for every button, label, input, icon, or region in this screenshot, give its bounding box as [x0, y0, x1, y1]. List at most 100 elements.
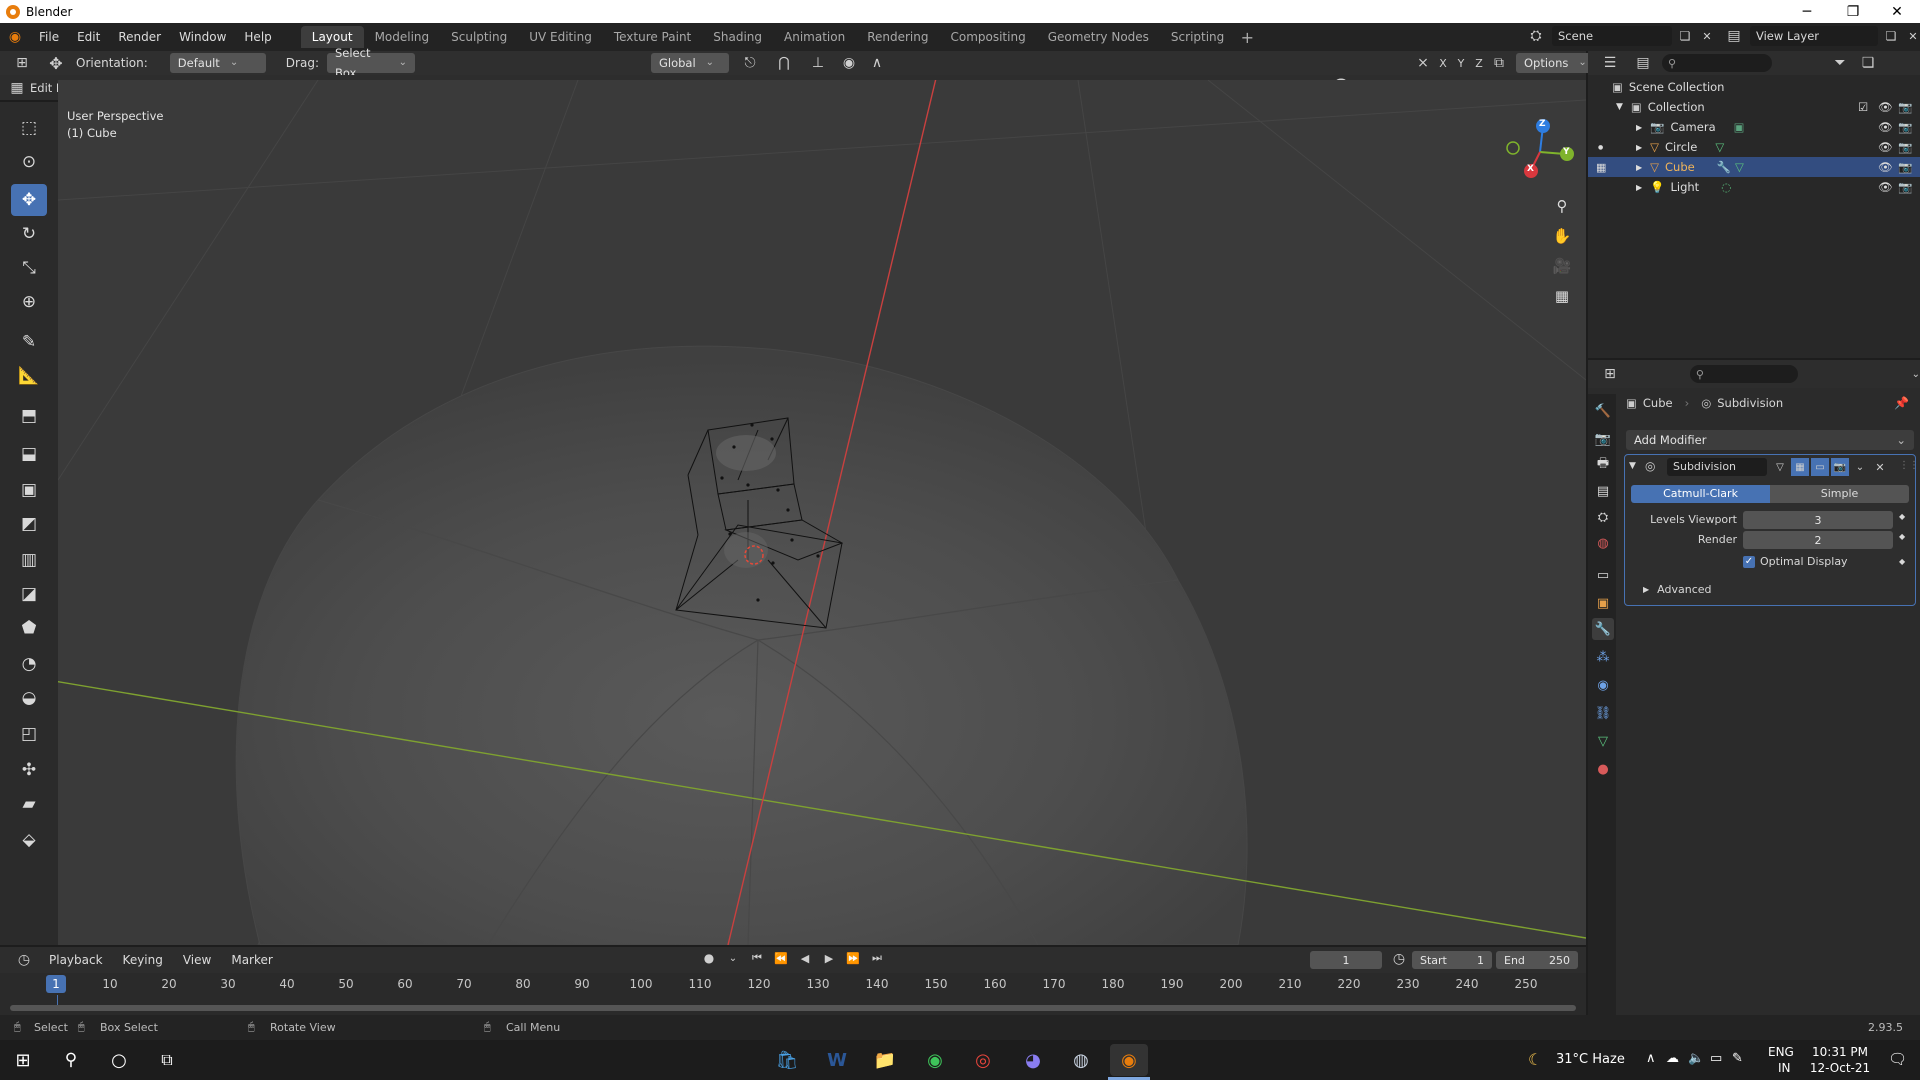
file-explorer-icon[interactable]: 📁 — [866, 1044, 904, 1076]
menu-file[interactable]: File — [30, 23, 68, 51]
tab-rendering[interactable]: Rendering — [856, 26, 939, 48]
tab-shading[interactable]: Shading — [702, 26, 773, 48]
cube-expand-icon[interactable]: ▶ — [1636, 163, 1642, 172]
tab-texture-paint[interactable]: Texture Paint — [603, 26, 702, 48]
blender-taskbar-icon[interactable]: ◉ — [1110, 1044, 1148, 1076]
ortho-toggle-icon[interactable]: ▦ — [1548, 282, 1576, 310]
filter-icon[interactable]: ⏷ — [1828, 55, 1852, 71]
world-tab-icon[interactable]: ◍ — [1592, 532, 1614, 554]
notifications-icon[interactable]: 🗨 — [1888, 1050, 1907, 1068]
shrink-fatten-tool-icon[interactable]: ✣ — [11, 754, 47, 786]
view-layer-tab-icon[interactable]: ▤ — [1592, 480, 1614, 502]
modifier-name-field[interactable]: Subdivision — [1667, 458, 1767, 476]
menu-timeline-view[interactable]: View — [174, 946, 220, 974]
circle-render-icon[interactable]: 📷 — [1898, 140, 1912, 154]
whatsapp-icon[interactable]: ◉ — [916, 1044, 954, 1076]
outliner-editor-icon[interactable]: ☰ — [1596, 55, 1624, 71]
windows-start-icon[interactable]: ⊞ — [4, 1044, 42, 1076]
pin-icon[interactable]: 📌 — [1894, 396, 1909, 410]
drag-handle-icon[interactable]: ⋮⋮ — [1899, 460, 1919, 471]
poly-build-tool-icon[interactable]: ⬟ — [11, 612, 47, 644]
on-cage-icon[interactable]: ▽ — [1771, 458, 1789, 476]
properties-search-input[interactable]: ⚲ — [1689, 365, 1798, 383]
keying-options-icon[interactable]: ⌄ — [724, 953, 742, 964]
camera-view-icon[interactable]: 🎥 — [1548, 252, 1576, 280]
jump-keyframe-back-icon[interactable]: ⏪ — [772, 952, 790, 965]
camera-visibility-icon[interactable]: 👁 — [1878, 120, 1893, 134]
scene-icon[interactable]: ⛭ — [1524, 28, 1548, 44]
auto-keying-icon[interactable]: ● — [700, 951, 718, 965]
pen-icon[interactable]: ✎ — [1732, 1051, 1743, 1066]
word-app-icon[interactable]: W — [818, 1044, 856, 1076]
frame-ruler[interactable]: 1 10 20 30 40 50 60 70 80 90 100 110 120… — [0, 975, 1586, 995]
axis-x-toggle[interactable]: X — [1436, 57, 1450, 70]
bevel-tool-icon[interactable]: ◩ — [11, 508, 47, 540]
new-view-layer-icon[interactable]: ❏ — [1882, 29, 1900, 43]
transform-orientation-dropdown[interactable]: Global — [650, 53, 729, 73]
tab-animation[interactable]: Animation — [773, 26, 856, 48]
scene-collection-row[interactable]: ▣ Scene Collection — [1588, 77, 1920, 97]
modifier-collapse-icon[interactable]: ▼ — [1629, 461, 1636, 471]
advanced-subpanel[interactable]: ▶ Advanced — [1643, 583, 1712, 596]
outliner-row-camera[interactable]: ▶ 📷 Camera ▣ 👁 📷 — [1588, 117, 1920, 137]
orientation-dropdown[interactable]: Default — [169, 53, 266, 73]
delete-scene-icon[interactable]: ✕ — [1698, 30, 1716, 43]
auto-merge-icon[interactable]: ⧉ — [1490, 55, 1508, 71]
new-scene-icon[interactable]: ❏ — [1676, 29, 1694, 43]
cloud-icon[interactable]: ☁ — [1666, 1051, 1679, 1066]
play-icon[interactable]: ▶ — [820, 952, 838, 965]
material-tab-icon[interactable]: ● — [1592, 758, 1614, 780]
start-frame-field[interactable]: Start 1 — [1412, 951, 1492, 969]
steam-icon[interactable]: ◍ — [1062, 1044, 1100, 1076]
scene-name-field[interactable]: Scene — [1552, 26, 1672, 46]
extrude-tool-icon[interactable]: ⬓ — [11, 438, 47, 470]
options-dropdown[interactable]: Options — [1516, 53, 1595, 73]
circle-expand-icon[interactable]: ▶ — [1636, 143, 1642, 152]
add-workspace-icon[interactable]: + — [1235, 28, 1259, 47]
particles-tab-icon[interactable]: ⁂ — [1592, 646, 1614, 668]
language-label[interactable]: ENG — [1768, 1045, 1794, 1059]
scale-tool-icon[interactable]: ⤡ — [11, 252, 47, 284]
tab-scripting[interactable]: Scripting — [1160, 26, 1235, 48]
tab-uv-editing[interactable]: UV Editing — [518, 26, 603, 48]
remove-modifier-icon[interactable]: ✕ — [1871, 458, 1889, 476]
snap-target-icon[interactable]: ⊥ — [805, 55, 831, 71]
jump-end-icon[interactable]: ⏭ — [868, 951, 886, 965]
light-expand-icon[interactable]: ▶ — [1636, 183, 1642, 192]
timeline-editor-icon[interactable]: ◷ — [10, 952, 38, 968]
levels-viewport-keyframe-icon[interactable]: ◆ — [1899, 512, 1905, 521]
preview-range-icon[interactable]: ◷ — [1390, 951, 1408, 967]
menu-keying[interactable]: Keying — [114, 946, 172, 974]
timeline-scrollbar[interactable] — [10, 1005, 1576, 1011]
physics-tab-icon[interactable]: ◉ — [1592, 674, 1614, 696]
view-layer-icon[interactable]: ▤ — [1722, 28, 1746, 44]
taskbar-search-icon[interactable]: ⚲ — [52, 1044, 90, 1076]
catmull-clark-option[interactable]: Catmull-Clark — [1631, 485, 1770, 503]
output-tab-icon[interactable]: 🖶 — [1592, 454, 1614, 476]
cortana-icon[interactable]: ○ — [100, 1044, 138, 1076]
delete-view-layer-icon[interactable]: ✕ — [1904, 30, 1920, 43]
falloff-icon[interactable]: ∧ — [867, 55, 887, 71]
tray-chevron-icon[interactable]: ∧ — [1646, 1051, 1656, 1066]
jump-keyframe-forward-icon[interactable]: ⏩ — [844, 952, 862, 965]
jump-start-icon[interactable]: ⏮ — [748, 951, 766, 965]
close-window-button[interactable]: ✕ — [1874, 0, 1920, 23]
new-collection-icon[interactable]: ❏ — [1858, 55, 1878, 71]
axis-y-toggle[interactable]: Y — [1454, 57, 1468, 70]
current-frame-field[interactable]: 1 — [1310, 951, 1382, 969]
modifier-menu-icon[interactable]: ⌄ — [1851, 458, 1869, 476]
minimize-button[interactable]: ─ — [1784, 0, 1830, 23]
constraints-tab-icon[interactable]: ⛓ — [1592, 702, 1614, 724]
weather-text[interactable]: 31°C Haze — [1556, 1052, 1625, 1067]
render-levels-keyframe-icon[interactable]: ◆ — [1899, 532, 1905, 541]
tab-sculpting[interactable]: Sculpting — [440, 26, 518, 48]
optimal-display-checkbox[interactable]: ✓ — [1743, 555, 1755, 568]
transform-tool-icon[interactable]: ⊕ — [11, 286, 47, 318]
zoom-view-icon[interactable]: ⚲ — [1548, 192, 1576, 220]
axis-z-toggle[interactable]: Z — [1472, 57, 1486, 70]
circle-visibility-icon[interactable]: 👁 — [1878, 140, 1893, 154]
collection-visibility-icon[interactable]: 👁 — [1878, 100, 1893, 114]
collection-tab-icon[interactable]: ▭ — [1592, 564, 1614, 586]
edit-mode-toggle-icon[interactable]: ▦ — [1791, 458, 1809, 476]
render-tab-icon[interactable]: 📷 — [1592, 428, 1614, 450]
